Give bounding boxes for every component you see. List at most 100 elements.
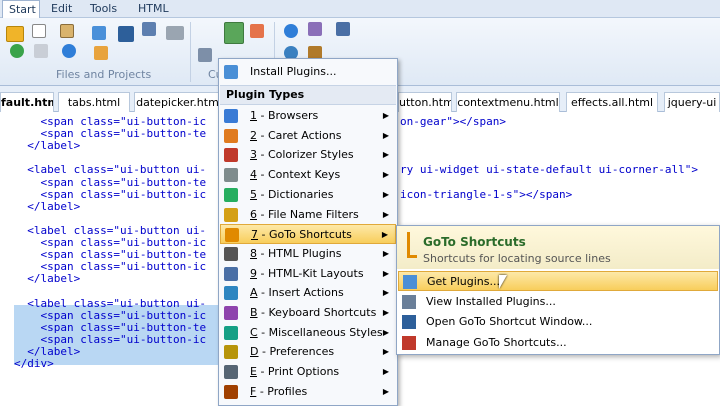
wizard-icon[interactable] [94,46,108,60]
windows-icon[interactable] [336,22,350,36]
code-line-tail: icon-triangle-1-s"></span> [400,187,573,201]
clipboard-icon[interactable] [60,24,74,38]
goto-shortcuts-icon [407,232,417,258]
undo-icon[interactable] [10,44,24,58]
goto-icon [225,228,239,243]
plugin-type-item[interactable]: 2 - Caret Actions ▶ [220,126,396,146]
colorizer-icon [224,148,238,163]
save-icon[interactable] [118,26,134,42]
manage-icon [402,335,416,350]
submenu-arrow-icon: ▶ [382,386,389,396]
file-tab-default[interactable]: fault.html [0,92,54,112]
goto-submenu-item[interactable]: Manage GoTo Shortcuts... [398,333,718,353]
submenu-arrow-icon: ▶ [382,288,389,298]
plugin-type-item[interactable]: D - Preferences ▶ [220,342,396,362]
group-label-files: Files and Projects [56,68,152,81]
plugin-type-item[interactable]: 1 - Browsers ▶ [220,106,396,126]
upload-icon[interactable] [250,24,264,38]
dictionary-icon [224,187,238,202]
submenu-arrow-icon: ▶ [382,327,389,337]
code-line: </div> [14,357,54,370]
plugin-type-item[interactable]: E - Print Options ▶ [220,362,396,382]
submenu-header: GoTo Shortcuts Shortcuts for locating so… [397,226,719,269]
brush-icon [224,325,238,340]
plugin-type-item[interactable]: 9 - HTML-Kit Layouts ▶ [220,264,396,284]
submenu-arrow-icon: ▶ [382,347,389,357]
options-icon[interactable] [308,22,322,36]
insert-icon [224,286,238,301]
tab-html[interactable]: HTML [138,0,174,18]
window-icon [402,315,416,329]
mouse-cursor [499,275,507,289]
profile-icon [224,384,238,399]
plugin-type-item[interactable]: 8 - HTML Plugins ▶ [220,244,396,264]
ribbon-separator [190,22,191,82]
goto-submenu-item[interactable]: Get Plugins... [398,271,718,291]
tab-start[interactable]: Start [2,0,40,19]
help-icon[interactable] [284,24,298,38]
project-tree-icon[interactable] [92,26,106,40]
layout-icon [224,266,238,281]
key-icon [224,168,238,183]
plugin-types-header: Plugin Types [220,85,396,105]
ribbon-tool-icon[interactable] [198,48,212,62]
code-line-tail: ry ui-widget ui-state-default ui-corner-… [400,163,699,177]
paste-icon[interactable] [34,44,48,58]
browser-icon [224,109,238,123]
goto-submenu-item[interactable]: View Installed Plugins... [398,292,718,312]
code-line-tail: on-gear"></span> [400,115,506,128]
code-line: </label> [27,199,81,213]
plugin-type-item[interactable]: A - Insert Actions ▶ [220,283,396,303]
code-line: </label> [27,272,81,286]
code-line: </label> [27,139,81,153]
globe-icon[interactable] [62,44,76,58]
plugin-type-item[interactable]: C - Miscellaneous Styles ▶ [220,323,396,343]
submenu-arrow-icon: ▶ [382,189,389,199]
plugins-button-icon[interactable] [224,22,244,44]
preferences-icon [224,345,238,360]
submenu-arrow-icon: ▶ [382,170,389,180]
plugins-menu: Install Plugins... Plugin Types 1 - Brow… [218,58,398,406]
plugin-type-item[interactable]: 3 - Colorizer Styles ▶ [220,145,396,165]
save-all-icon[interactable] [142,22,156,36]
plugin-type-item[interactable]: F - Profiles ▶ [220,382,396,402]
filter-icon [224,207,238,222]
submenu-arrow-icon: ▶ [382,209,389,219]
goto-shortcuts-submenu: GoTo Shortcuts Shortcuts for locating so… [396,225,720,355]
file-tab-contextmenu[interactable]: contextmenu.html [456,92,560,112]
caret-icon [224,128,238,143]
file-tab-button[interactable]: utton.html [398,92,452,112]
new-file-icon[interactable] [32,24,46,38]
submenu-arrow-icon: ▶ [381,230,388,240]
open-folder-icon[interactable] [6,26,24,42]
plugin-type-item[interactable]: 6 - File Name Filters ▶ [220,205,396,225]
menu-bar: Start Edit Tools HTML [0,0,720,19]
file-tab-tabs[interactable]: tabs.html [58,92,130,112]
tab-tools[interactable]: Tools [90,0,126,18]
install-plugins-item[interactable]: Install Plugins... [220,62,396,82]
get-plugins-icon [403,275,417,289]
goto-submenu-item[interactable]: Open GoTo Shortcut Window... [398,312,718,332]
printer-icon [224,365,238,380]
submenu-arrow-icon: ▶ [382,268,389,278]
html-plugin-icon [224,246,238,261]
file-tab-effects[interactable]: effects.all.html [566,92,658,112]
submenu-title: GoTo Shortcuts [423,235,526,249]
plugin-type-item[interactable]: 7 - GoTo Shortcuts ▶ [220,224,396,245]
submenu-arrow-icon: ▶ [382,248,389,258]
submenu-arrow-icon: ▶ [382,367,389,377]
submenu-arrow-icon: ▶ [382,308,389,317]
file-tab-datepicker[interactable]: datepicker.html [134,92,224,112]
keyboard-icon [224,306,238,320]
submenu-arrow-icon: ▶ [382,111,389,120]
tab-edit[interactable]: Edit [51,0,81,18]
plugin-type-item[interactable]: 4 - Context Keys ▶ [220,165,396,185]
install-plugins-icon [224,65,238,79]
printer-icon[interactable] [166,26,184,40]
plugin-type-item[interactable]: B - Keyboard Shortcuts ▶ [220,303,396,323]
submenu-arrow-icon: ▶ [382,150,389,160]
file-tab-jquery-ui[interactable]: jquery-ui [664,92,720,112]
view-plugins-icon [402,294,416,309]
submenu-subtitle: Shortcuts for locating source lines [423,252,611,265]
plugin-type-item[interactable]: 5 - Dictionaries ▶ [220,185,396,205]
